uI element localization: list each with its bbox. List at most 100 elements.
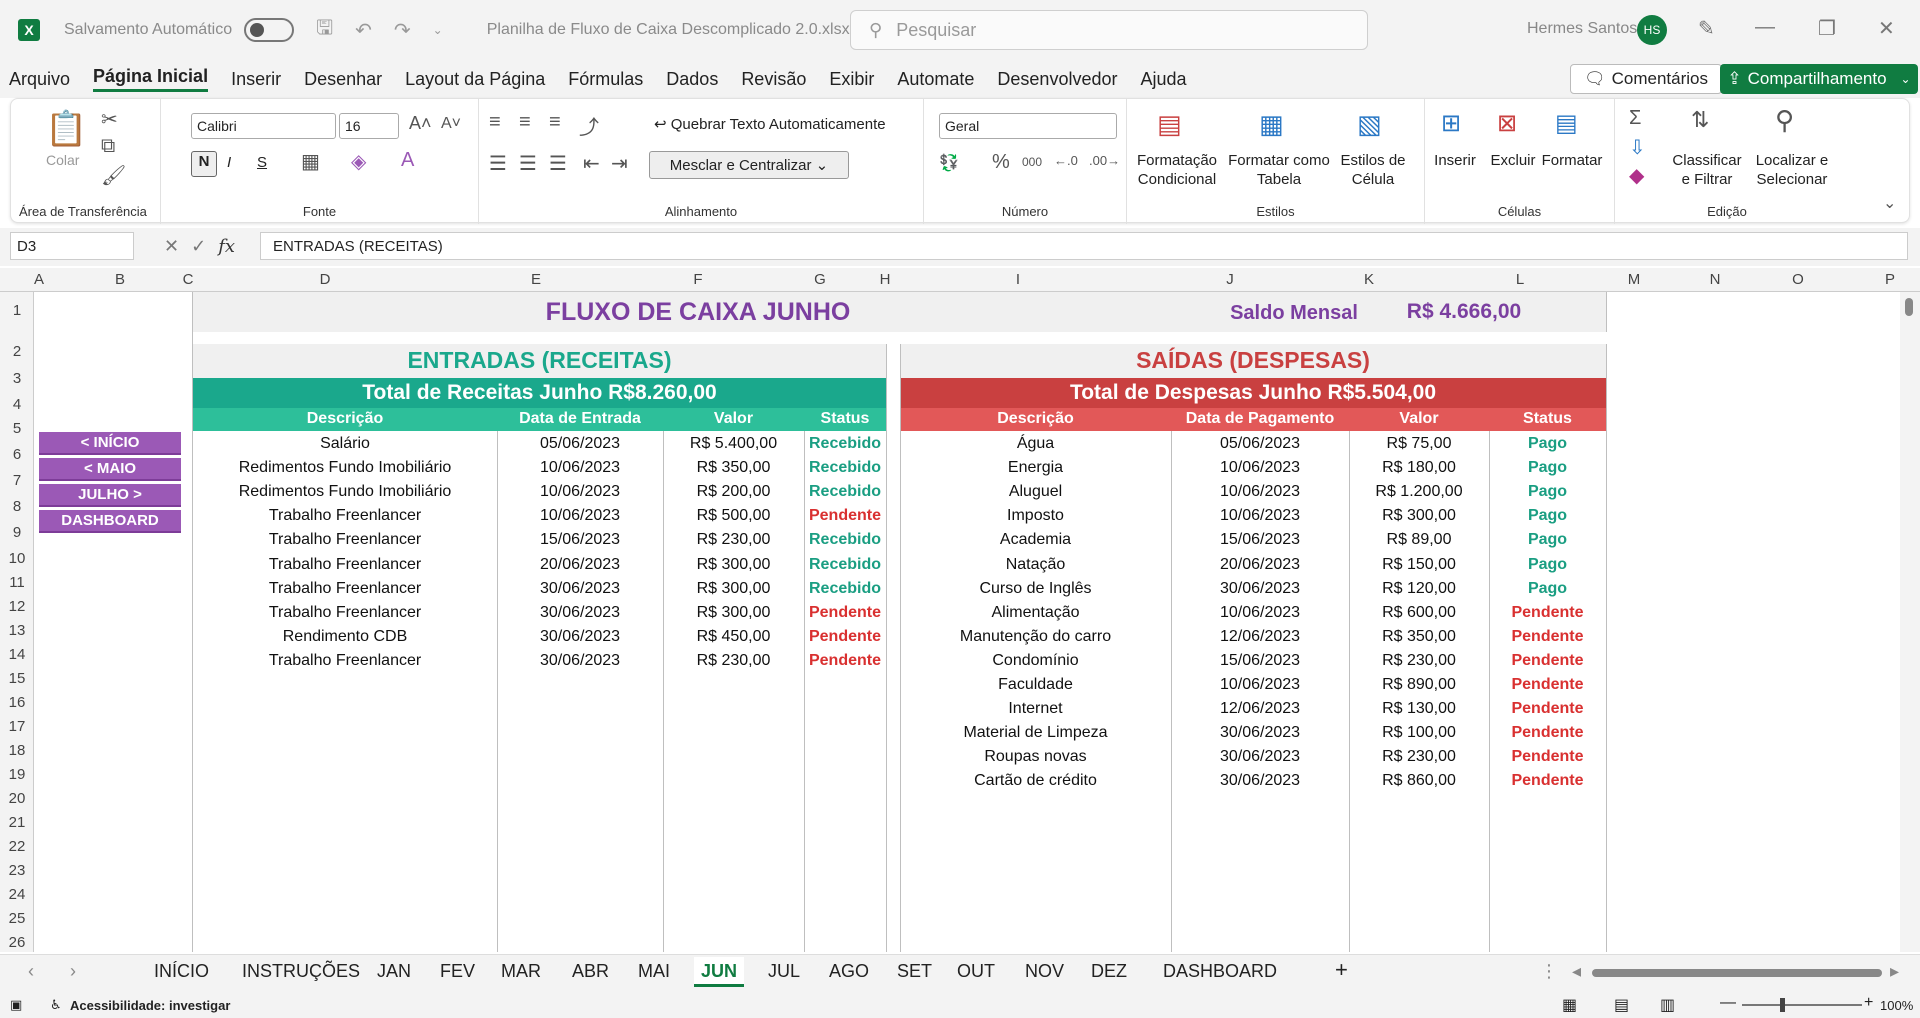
menu-arquivo[interactable]: Arquivo: [9, 69, 70, 90]
percent-icon[interactable]: %: [992, 151, 1010, 174]
column-header-k[interactable]: K: [1324, 271, 1414, 288]
insert-cells-icon[interactable]: ⊞: [1441, 109, 1461, 138]
align-right-icon[interactable]: ☰: [549, 151, 567, 176]
normal-view-icon[interactable]: ▦: [1562, 995, 1577, 1015]
entradas-column-header[interactable]: Valor: [663, 410, 804, 428]
align-center-icon[interactable]: ☰: [519, 151, 537, 176]
fill-color-icon[interactable]: ◈: [351, 149, 366, 174]
accessibility-icon[interactable]: ♿: [50, 997, 62, 1013]
autosave-toggle[interactable]: [244, 18, 295, 42]
column-header-e[interactable]: E: [456, 271, 616, 288]
row-header[interactable]: 13: [0, 622, 34, 639]
avatar[interactable]: HS: [1637, 15, 1667, 45]
thousands-icon[interactable]: 000: [1022, 155, 1042, 169]
worksheet[interactable]: FLUXO DE CAIXA JUNHO Saldo Mensal R$ 4.6…: [34, 292, 1900, 952]
user-name[interactable]: Hermes Santos: [1527, 20, 1637, 38]
tab-mar[interactable]: MAR: [501, 961, 541, 982]
tab-ago[interactable]: AGO: [829, 961, 869, 982]
accessibility-status[interactable]: Acessibilidade: investigar: [70, 998, 230, 1013]
row-header[interactable]: 19: [0, 766, 34, 783]
zoom-in-icon[interactable]: +: [1864, 994, 1873, 1012]
align-bottom-icon[interactable]: ≡: [549, 111, 561, 134]
menu-inserir[interactable]: Inserir: [231, 69, 281, 90]
row-header[interactable]: 4: [0, 396, 34, 413]
row-header[interactable]: 2: [0, 343, 34, 360]
paste-label[interactable]: Colar: [46, 151, 79, 170]
currency-icon[interactable]: 💱: [939, 153, 959, 173]
orientation-icon[interactable]: ⤴: [579, 111, 599, 140]
enter-icon[interactable]: ✓: [191, 236, 206, 257]
tab-jun[interactable]: JUN: [694, 957, 744, 987]
row-header[interactable]: 14: [0, 646, 34, 663]
column-header-l[interactable]: L: [1465, 271, 1575, 288]
row-header[interactable]: 5: [0, 420, 34, 437]
menu-exibir[interactable]: Exibir: [829, 69, 874, 90]
align-left-icon[interactable]: ☰: [489, 151, 507, 176]
row-header[interactable]: 25: [0, 910, 34, 927]
name-box[interactable]: D3: [10, 232, 134, 260]
column-header-m[interactable]: M: [1594, 271, 1674, 288]
maximize-icon[interactable]: ❐: [1818, 16, 1836, 41]
entradas-column-header[interactable]: Data de Entrada: [497, 410, 663, 428]
row-header[interactable]: 8: [0, 498, 34, 515]
font-color-icon[interactable]: A: [401, 149, 414, 172]
italic-button[interactable]: I: [227, 153, 231, 172]
underline-button[interactable]: S: [257, 153, 267, 172]
tab-out[interactable]: OUT: [957, 961, 995, 982]
menu-layout[interactable]: Layout da Página: [405, 69, 545, 90]
column-header-i[interactable]: I: [900, 271, 1136, 288]
hscroll-left-icon[interactable]: ◂: [1572, 961, 1581, 982]
align-top-icon[interactable]: ≡: [489, 111, 501, 134]
column-header-g[interactable]: G: [780, 271, 860, 288]
find-select-button[interactable]: Localizar e Selecionar: [1747, 151, 1837, 189]
row-header[interactable]: 18: [0, 742, 34, 759]
entradas-header[interactable]: ENTRADAS (RECEITAS): [193, 347, 886, 374]
tabbar-menu-icon[interactable]: ⋮: [1540, 961, 1558, 982]
cut-icon[interactable]: ✂: [101, 107, 118, 132]
tab-scroll-left-icon[interactable]: ‹: [28, 961, 34, 982]
row-header[interactable]: 24: [0, 886, 34, 903]
undo-icon[interactable]: ↶: [355, 18, 372, 43]
saidas-column-header[interactable]: Descrição: [900, 410, 1171, 428]
merge-center-button[interactable]: Mesclar e Centralizar ⌄: [649, 151, 849, 179]
decrease-font-icon[interactable]: A˅: [441, 115, 461, 133]
vertical-scrollbar[interactable]: [1900, 292, 1920, 952]
column-header-c[interactable]: C: [182, 271, 194, 288]
format-table-icon[interactable]: ▦: [1259, 109, 1284, 140]
sort-filter-icon[interactable]: ⇅: [1691, 107, 1709, 133]
page-break-icon[interactable]: ▥: [1660, 995, 1675, 1015]
row-header[interactable]: 11: [0, 574, 34, 591]
add-sheet-icon[interactable]: +: [1335, 957, 1348, 983]
nav-inicio-button[interactable]: < INÍCIO: [39, 432, 181, 455]
row-header[interactable]: 17: [0, 718, 34, 735]
row-header[interactable]: 10: [0, 550, 34, 567]
redo-icon[interactable]: ↷: [394, 18, 411, 43]
menu-formulas[interactable]: Fórmulas: [568, 69, 643, 90]
tab-nov[interactable]: NOV: [1025, 961, 1064, 982]
nav-maio-button[interactable]: < MAIO: [39, 458, 181, 481]
column-header-h[interactable]: H: [878, 271, 892, 288]
decrease-decimal-icon[interactable]: .00→: [1089, 153, 1120, 168]
save-icon[interactable]: 🖫: [316, 13, 333, 47]
format-cells-icon[interactable]: ▤: [1555, 109, 1578, 138]
row-header[interactable]: 20: [0, 790, 34, 807]
pen-icon[interactable]: ✎: [1698, 16, 1715, 41]
fill-icon[interactable]: ⇩: [1629, 135, 1646, 160]
saidas-column-header[interactable]: Status: [1489, 410, 1606, 428]
tab-set[interactable]: SET: [897, 961, 932, 982]
align-middle-icon[interactable]: ≡: [519, 111, 531, 134]
share-button[interactable]: ⇪ Compartilhamento ⌄: [1720, 64, 1918, 94]
tab-scroll-right-icon[interactable]: ›: [70, 961, 76, 982]
menu-revisao[interactable]: Revisão: [741, 69, 806, 90]
tab-incio[interactable]: INÍCIO: [154, 961, 209, 982]
row-header[interactable]: 12: [0, 598, 34, 615]
wrap-text-button[interactable]: ↩ Quebrar Texto Automaticamente: [654, 115, 886, 134]
formula-input[interactable]: ENTRADAS (RECEITAS): [260, 232, 1908, 260]
menu-dados[interactable]: Dados: [666, 69, 718, 90]
comments-button[interactable]: 🗨 Comentários: [1570, 64, 1722, 94]
entradas-column-header[interactable]: Descrição: [193, 410, 497, 428]
nav-dashboard-button[interactable]: DASHBOARD: [39, 510, 181, 533]
tab-jul[interactable]: JUL: [768, 961, 800, 982]
saidas-column-header[interactable]: Valor: [1349, 410, 1489, 428]
column-header-n[interactable]: N: [1675, 271, 1755, 288]
